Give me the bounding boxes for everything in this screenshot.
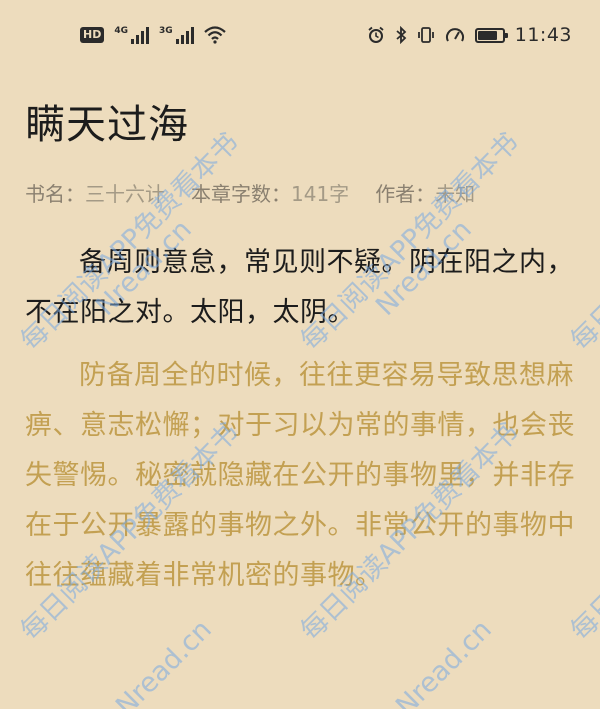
signal-3g-label: 3G	[159, 26, 173, 36]
author-value: 未知	[435, 182, 476, 206]
status-bar: HD 4G 3G 11:43	[0, 0, 600, 70]
translation-paragraph: 防备周全的时候，往往更容易导致思想麻痹、意志松懈；对于习以为常的事情，也会丧失警…	[25, 360, 575, 591]
status-left: HD 4G 3G	[80, 26, 226, 44]
bluetooth-icon	[396, 26, 407, 44]
status-right: 11:43	[367, 24, 572, 46]
author: 作者：未知	[375, 178, 475, 207]
wifi-icon	[203, 26, 226, 44]
chapter-meta: 书名：三十六计 本章字数：141字 作者：未知	[25, 178, 475, 207]
wordcount-value: 141字	[291, 182, 350, 206]
reading-content[interactable]: 备周则意怠，常见则不疑。阴在阳之内，不在阳之对。太阳，太阴。 防备周全的时候，往…	[25, 238, 580, 601]
signal-4g-icon: 4G	[114, 26, 149, 44]
word-count: 本章字数：141字	[191, 178, 349, 207]
signal-4g-label: 4G	[114, 26, 128, 36]
battery-icon	[474, 27, 508, 43]
status-time: 11:43	[514, 24, 572, 46]
author-label: 作者：	[375, 182, 436, 206]
book-label: 书名：	[25, 182, 85, 206]
book-value: 三十六计	[85, 182, 165, 206]
hd-icon: HD	[80, 27, 105, 43]
wordcount-label: 本章字数：	[191, 182, 291, 206]
alarm-icon	[368, 26, 384, 43]
speed-icon	[445, 28, 464, 42]
book-name: 书名：三十六计	[25, 178, 165, 207]
original-paragraph: 备周则意怠，常见则不疑。阴在阳之内，不在阳之对。太阳，太阴。	[25, 247, 574, 328]
vibrate-icon	[417, 27, 434, 43]
chapter-title: 瞒天过海	[25, 102, 189, 148]
watermark-url: Nread.cn	[110, 614, 218, 709]
watermark-url: Nread.cn	[390, 614, 498, 709]
signal-3g-icon: 3G	[159, 26, 194, 44]
